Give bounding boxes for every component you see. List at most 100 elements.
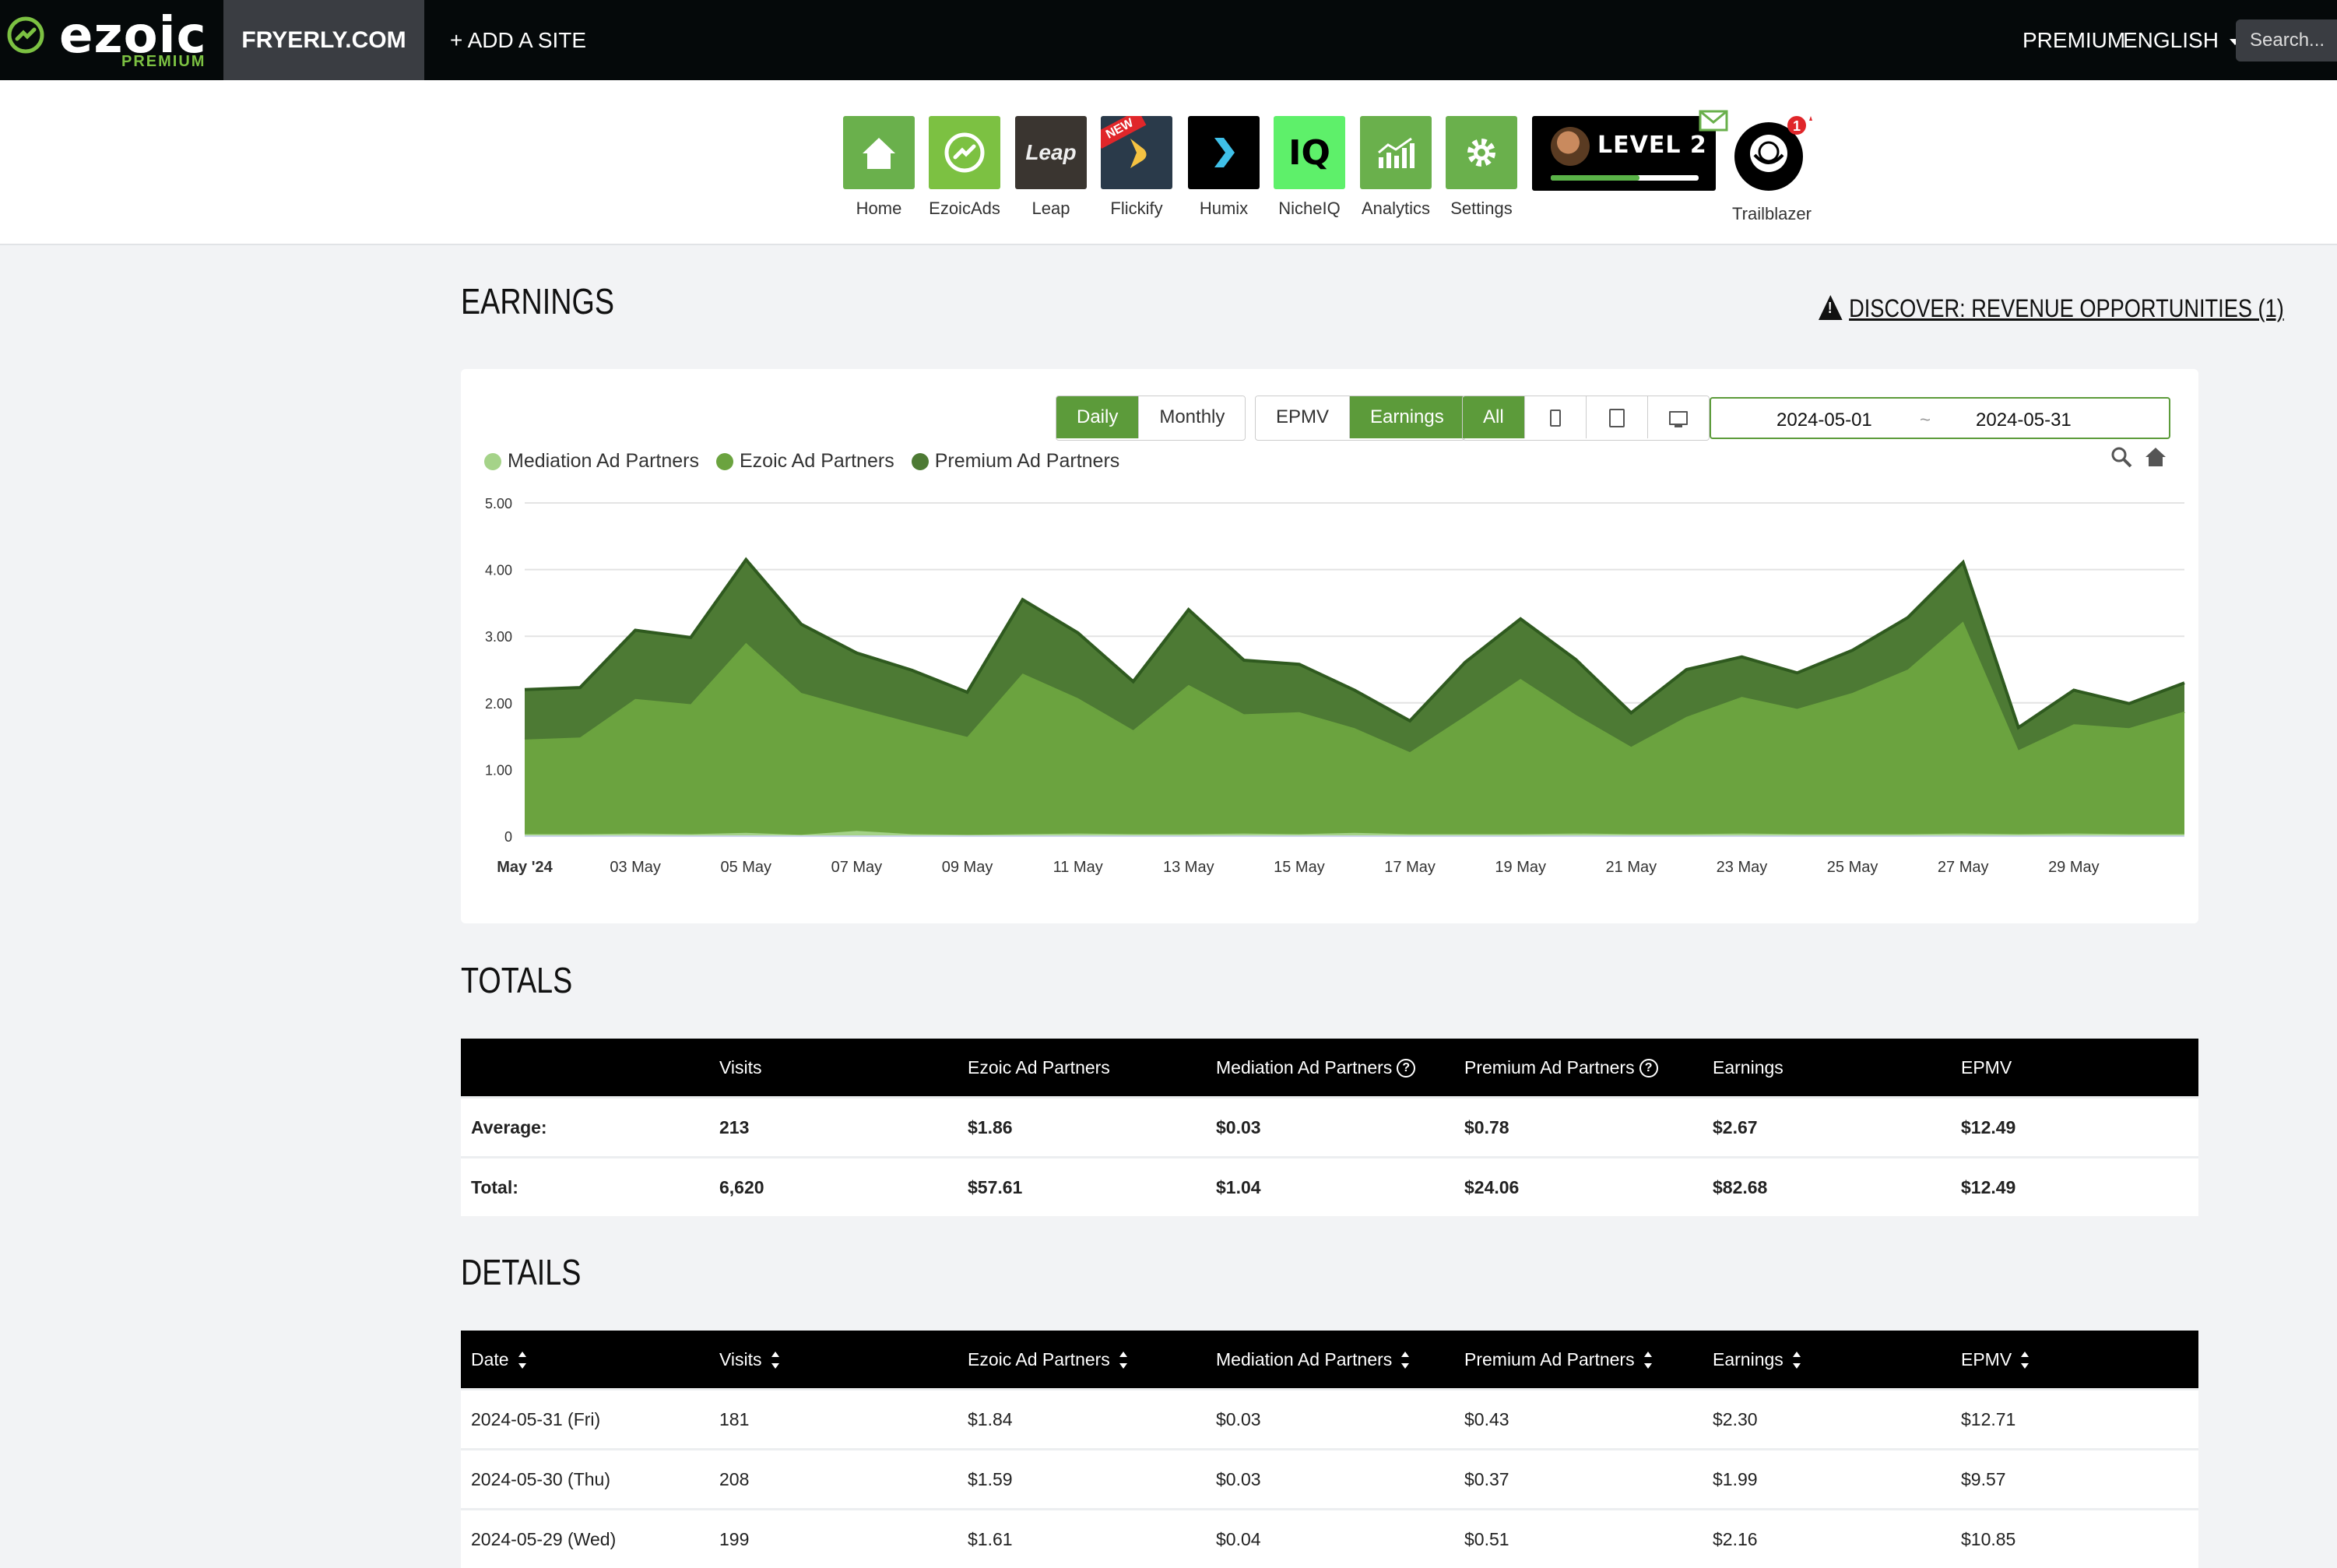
home-icon [843,116,915,189]
sort-header-date[interactable]: Date [461,1331,709,1390]
col-header: Visits [709,1039,958,1098]
warning-icon [1819,295,1843,320]
legend-label: Mediation Ad Partners [508,450,699,473]
legend-label: Ezoic Ad Partners [740,450,894,473]
table-cell: $2.67 [1703,1098,1951,1158]
x-tick-label: 19 May [1495,859,1546,876]
mail-icon[interactable] [1699,110,1730,133]
epmv-button[interactable]: EPMV [1256,396,1350,438]
phone-icon [1550,410,1561,427]
sort-icon [518,1352,526,1369]
language-dropdown[interactable]: ENGLISH [2123,0,2240,80]
reset-zoom-home-icon[interactable] [2144,445,2167,469]
earnings-button[interactable]: Earnings [1350,396,1464,438]
sort-icon [1119,1352,1127,1369]
discover-revenue-link[interactable]: DISCOVER: REVENUE OPPORTUNITIES (1) [1819,294,2284,323]
legend-dot [484,453,501,470]
sort-header-premium[interactable]: Premium Ad Partners [1454,1331,1703,1390]
add-site-link[interactable]: + ADD A SITE [450,0,586,80]
col-header [461,1039,709,1098]
totals-table: Visits Ezoic Ad Partners Mediation Ad Pa… [461,1039,2198,1216]
app-label: Settings [1430,199,1533,219]
trailblazer-label: Trailblazer [1708,204,1836,224]
monthly-button[interactable]: Monthly [1139,396,1245,438]
app-nicheiq[interactable]: IQ NicheIQ [1274,116,1345,219]
tablet-button[interactable] [1587,396,1648,438]
search-input[interactable] [2236,19,2337,62]
sort-header-earnings[interactable]: Earnings [1703,1331,1951,1390]
date-range-picker[interactable]: 2024-05-01 ~ 2024-05-31 [1710,397,2170,439]
level-progress-bar [1551,175,1699,181]
col-header: EPMV [1951,1039,2198,1098]
table-cell: $1.86 [958,1098,1206,1158]
help-icon[interactable]: ? [1639,1059,1658,1078]
col-header-text: Mediation Ad Partners [1216,1349,1392,1369]
app-home[interactable]: Home [843,116,915,219]
table-cell: $9.57 [1951,1450,2198,1510]
table-cell: $1.04 [1206,1158,1454,1217]
ezoic-logo-icon [6,16,45,54]
table-row[interactable]: 2024-05-29 (Wed)199$1.61$0.04$0.51$2.16$… [461,1510,2198,1568]
col-header-text: Mediation Ad Partners [1216,1057,1392,1078]
chart-legend: Mediation Ad Partners Ezoic Ad Partners … [484,450,1119,473]
current-site-tab[interactable]: FRYERLY.COM [223,0,424,80]
legend-item-premium[interactable]: Premium Ad Partners [912,450,1120,473]
sort-header-ezoic[interactable]: Ezoic Ad Partners [958,1331,1206,1390]
device-toggle: All [1462,396,1710,441]
date-end: 2024-05-31 [1976,410,2072,431]
app-settings[interactable]: Settings [1446,116,1517,219]
x-tick-label: May '24 [497,859,553,876]
date-start: 2024-05-01 [1776,410,1872,431]
legend-dot [912,453,929,470]
table-cell: 6,620 [709,1158,958,1217]
premium-link[interactable]: PREMIUM [2022,0,2125,80]
app-analytics[interactable]: Analytics [1360,116,1432,219]
help-icon[interactable]: ? [1397,1059,1415,1078]
all-devices-button[interactable]: All [1463,396,1525,438]
sort-header-mediation[interactable]: Mediation Ad Partners [1206,1331,1454,1390]
totals-header-row: Visits Ezoic Ad Partners Mediation Ad Pa… [461,1039,2198,1098]
table-cell: 2024-05-31 (Fri) [461,1390,709,1450]
table-cell: $12.71 [1951,1390,2198,1450]
table-cell: $10.85 [1951,1510,2198,1568]
humix-icon [1188,116,1260,189]
table-cell: $0.43 [1454,1390,1703,1450]
y-tick-label: 1.00 [485,762,512,778]
trailblazer-widget[interactable]: 1 Trailblazer [1731,116,1812,224]
chart-tools [2110,445,2167,473]
table-cell: $0.37 [1454,1450,1703,1510]
table-cell: $1.99 [1703,1450,1951,1510]
table-cell: $2.16 [1703,1510,1951,1568]
table-cell: $1.59 [958,1450,1206,1510]
mobile-button[interactable] [1525,396,1587,438]
level-widget[interactable]: LEVEL 2 [1532,116,1716,191]
table-cell: $12.49 [1951,1158,2198,1217]
x-tick-label: 07 May [831,859,883,876]
table-row[interactable]: 2024-05-30 (Thu)208$1.59$0.03$0.37$1.99$… [461,1450,2198,1510]
table-row: Total:6,620$57.61$1.04$24.06$82.68$12.49 [461,1158,2198,1217]
period-toggle: Daily Monthly [1056,396,1246,441]
sort-header-epmv[interactable]: EPMV [1951,1331,2198,1390]
x-tick-label: 05 May [720,859,771,876]
legend-label: Premium Ad Partners [935,450,1120,473]
app-ezoicads[interactable]: EzoicAds [929,116,1000,219]
app-flickify[interactable]: NEW Flickify [1101,116,1172,219]
desktop-button[interactable] [1648,396,1709,438]
table-cell: $57.61 [958,1158,1206,1217]
table-cell: $0.03 [1206,1098,1454,1158]
app-humix[interactable]: Humix [1188,116,1260,219]
legend-item-ezoic[interactable]: Ezoic Ad Partners [716,450,894,473]
desktop-icon [1669,411,1688,425]
table-row: Average:213$1.86$0.03$0.78$2.67$12.49 [461,1098,2198,1158]
table-row[interactable]: 2024-05-31 (Fri)181$1.84$0.03$0.43$2.30$… [461,1390,2198,1450]
language-label: ENGLISH [2123,28,2219,52]
app-leap[interactable]: Leap Leap [1015,116,1087,219]
ezoic-logo[interactable]: ezoic PREMIUM [6,6,224,75]
sort-header-visits[interactable]: Visits [709,1331,958,1390]
table-cell: $0.78 [1454,1098,1703,1158]
legend-item-mediation[interactable]: Mediation Ad Partners [484,450,699,473]
settings-icon [1446,116,1517,189]
col-header: Ezoic Ad Partners [958,1039,1206,1098]
zoom-icon[interactable] [2110,445,2133,469]
daily-button[interactable]: Daily [1056,396,1139,438]
